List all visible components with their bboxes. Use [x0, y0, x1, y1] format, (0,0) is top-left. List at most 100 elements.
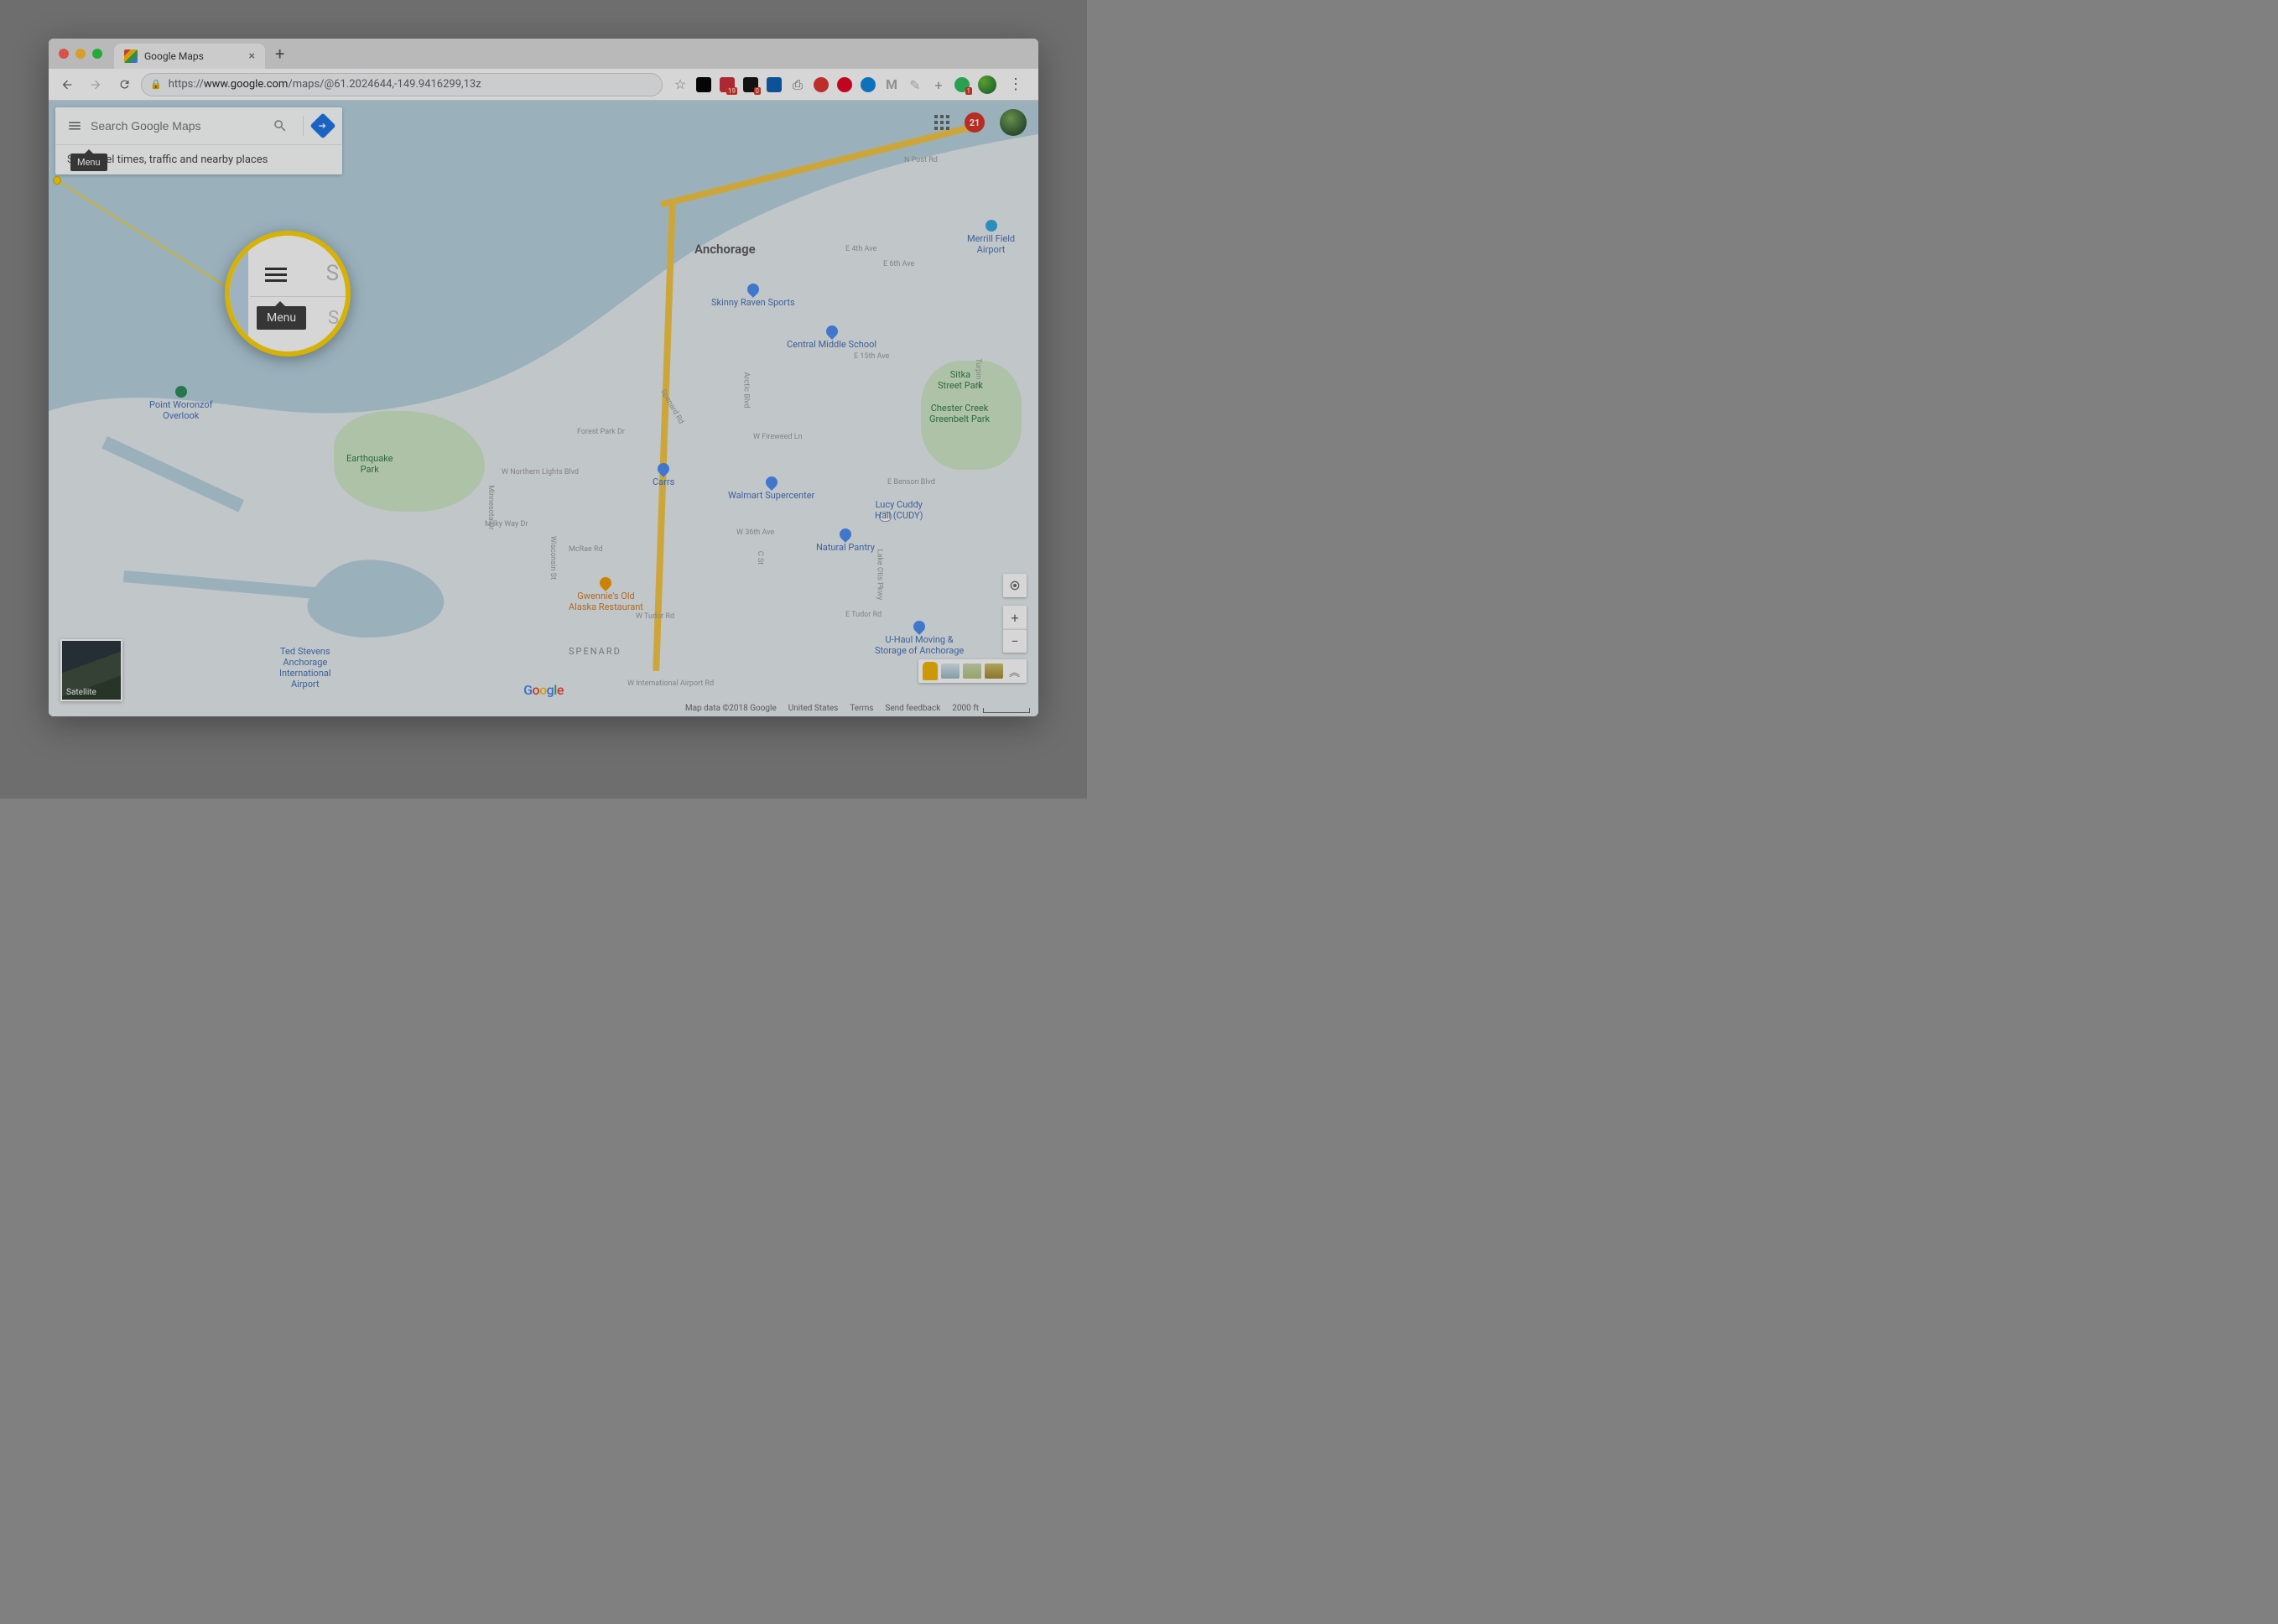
poi-skinny-raven[interactable]: Skinny Raven Sports: [711, 284, 795, 308]
magnified-hint-glimpse: S: [328, 308, 339, 329]
attrib-country[interactable]: United States: [788, 704, 839, 713]
layers-bar: ︽: [918, 659, 1027, 683]
ext-quill-icon[interactable]: ✎: [908, 77, 923, 92]
ext-pocket-icon[interactable]: [696, 77, 711, 92]
bookmark-star-button[interactable]: ☆: [673, 77, 688, 92]
ext-bluecircle-icon[interactable]: [861, 77, 876, 92]
magnified-menu-tooltip: Menu: [257, 306, 306, 330]
magnified-placeholder-glimpse: S: [326, 261, 339, 286]
tab-bar: Google Maps × +: [49, 39, 1038, 69]
window-minimize-button[interactable]: [75, 49, 86, 59]
park-pin-icon: [175, 386, 187, 398]
tab-title: Google Maps: [144, 50, 204, 62]
ext-lastpass-icon[interactable]: 19: [720, 77, 735, 92]
nav-reload-button[interactable]: [112, 73, 136, 96]
road-label: Milky Way Dr: [485, 520, 528, 528]
poi-walmart[interactable]: Walmart Supercenter: [728, 476, 814, 501]
poi-natural-pantry[interactable]: Natural Pantry: [816, 528, 875, 553]
menu-button[interactable]: [62, 113, 87, 138]
divider: [303, 116, 304, 136]
poi-woronzof[interactable]: Point Woronzof Overlook: [149, 386, 213, 421]
road-label: W 36th Ave: [736, 528, 774, 537]
ext-cast-icon[interactable]: ⎙: [790, 77, 805, 92]
browser-menu-button[interactable]: ⋮: [1005, 75, 1027, 93]
layer-swatch[interactable]: [963, 664, 981, 679]
poi-central-middle-school[interactable]: Central Middle School: [787, 325, 876, 350]
zoom-controls: + −: [1003, 606, 1027, 653]
road-label: W Tudor Rd: [636, 612, 674, 621]
account-avatar[interactable]: [1000, 109, 1027, 136]
address-bar[interactable]: 🔒 https://www.google.com/maps/@61.202464…: [141, 73, 663, 96]
map-attribution: Map data ©2018 Google United States Term…: [685, 704, 1030, 713]
road-label: Lake Otis Pkwy: [875, 549, 883, 601]
satellite-toggle[interactable]: Satellite: [60, 639, 122, 701]
search-icon: [273, 118, 288, 133]
road-label: Forest Park Dr: [577, 428, 625, 436]
poi-merrill-field[interactable]: Merrill Field Airport: [967, 220, 1015, 255]
directions-button[interactable]: [310, 113, 335, 138]
ext-dark-icon[interactable]: 0: [743, 77, 758, 92]
layers-expand-button[interactable]: ︽: [1006, 664, 1022, 679]
map-canvas[interactable]: Anchorage Point Woronzof Overlook Skinny…: [49, 101, 1038, 716]
ext-greendot-icon[interactable]: 1: [954, 77, 970, 92]
park-label-chester: Chester Creek Greenbelt Park: [929, 403, 990, 424]
hamburger-icon: [67, 118, 82, 133]
magnified-menu-button: [265, 264, 287, 285]
new-tab-button[interactable]: +: [265, 44, 294, 64]
road-label: W International Airport Rd: [627, 679, 714, 688]
target-icon: [1008, 579, 1022, 592]
road-label: C St: [756, 551, 764, 565]
poi-gwennies[interactable]: Gwennie's Old Alaska Restaurant: [569, 577, 643, 612]
search-card: See travel times, traffic and nearby pla…: [55, 107, 342, 174]
ext-plus-icon[interactable]: +: [931, 77, 946, 92]
attrib-terms[interactable]: Terms: [850, 704, 873, 713]
park-label-earthquake: Earthquake Park: [346, 453, 393, 475]
satellite-label: Satellite: [62, 685, 101, 700]
road-label: Wisconsin St: [549, 536, 557, 580]
ext-pinterest-icon[interactable]: [837, 77, 852, 92]
poi-lucy-cuddy[interactable]: Lucy Cuddy Hall (CUDY): [875, 499, 923, 521]
food-pin-icon: [598, 575, 615, 591]
poi-carrs[interactable]: Carrs: [653, 463, 674, 487]
pegman[interactable]: [923, 662, 938, 680]
airport-pin-icon: [986, 220, 997, 232]
nav-back-button[interactable]: [55, 73, 79, 96]
browser-tab[interactable]: Google Maps ×: [114, 44, 265, 69]
road-label: Arctic Blvd: [741, 372, 750, 409]
google-apps-button[interactable]: [934, 115, 949, 130]
layer-swatch[interactable]: [941, 664, 960, 679]
map-viewport[interactable]: Anchorage Point Woronzof Overlook Skinny…: [49, 101, 1038, 716]
my-location-button[interactable]: [1003, 574, 1027, 597]
search-button[interactable]: [273, 118, 296, 133]
layer-swatch[interactable]: [985, 664, 1003, 679]
school-pin-icon: [824, 323, 840, 340]
attrib-mapdata: Map data ©2018 Google: [685, 704, 777, 713]
road-label: E 15th Ave: [854, 352, 889, 361]
directions-icon: [309, 112, 335, 138]
shop-pin-icon: [745, 281, 762, 298]
road-label: McRae Rd: [569, 545, 603, 554]
attrib-feedback[interactable]: Send feedback: [885, 704, 940, 713]
ext-redcircle-icon[interactable]: [814, 77, 829, 92]
tab-close-button[interactable]: ×: [249, 49, 255, 63]
zoom-out-button[interactable]: −: [1003, 629, 1027, 653]
poi-ted-stevens-airport[interactable]: Ted Stevens Anchorage International Airp…: [279, 646, 331, 690]
scale-bar: 2000 ft: [952, 704, 1030, 713]
nav-forward-button[interactable]: [84, 73, 107, 96]
road-label: E Benson Blvd: [887, 478, 935, 487]
ext-avatar-icon[interactable]: [978, 75, 996, 94]
poi-uhaul[interactable]: U-Haul Moving & Storage of Anchorage: [875, 621, 964, 656]
ext-m-icon[interactable]: M: [884, 77, 899, 92]
road-label: N Post Rd: [904, 156, 938, 164]
zoom-in-button[interactable]: +: [1003, 606, 1027, 629]
notifications-button[interactable]: 21: [965, 112, 985, 133]
window-controls: [59, 49, 102, 59]
window-fullscreen-button[interactable]: [92, 49, 102, 59]
road-label: E Tudor Rd: [845, 611, 882, 619]
area-label-spenard: SPENARD: [569, 646, 622, 657]
road-label: W Fireweed Ln: [753, 433, 803, 441]
road-label: W Northern Lights Blvd: [502, 468, 579, 476]
search-input[interactable]: [91, 119, 269, 133]
window-close-button[interactable]: [59, 49, 69, 59]
ext-blue-icon[interactable]: [767, 77, 782, 92]
